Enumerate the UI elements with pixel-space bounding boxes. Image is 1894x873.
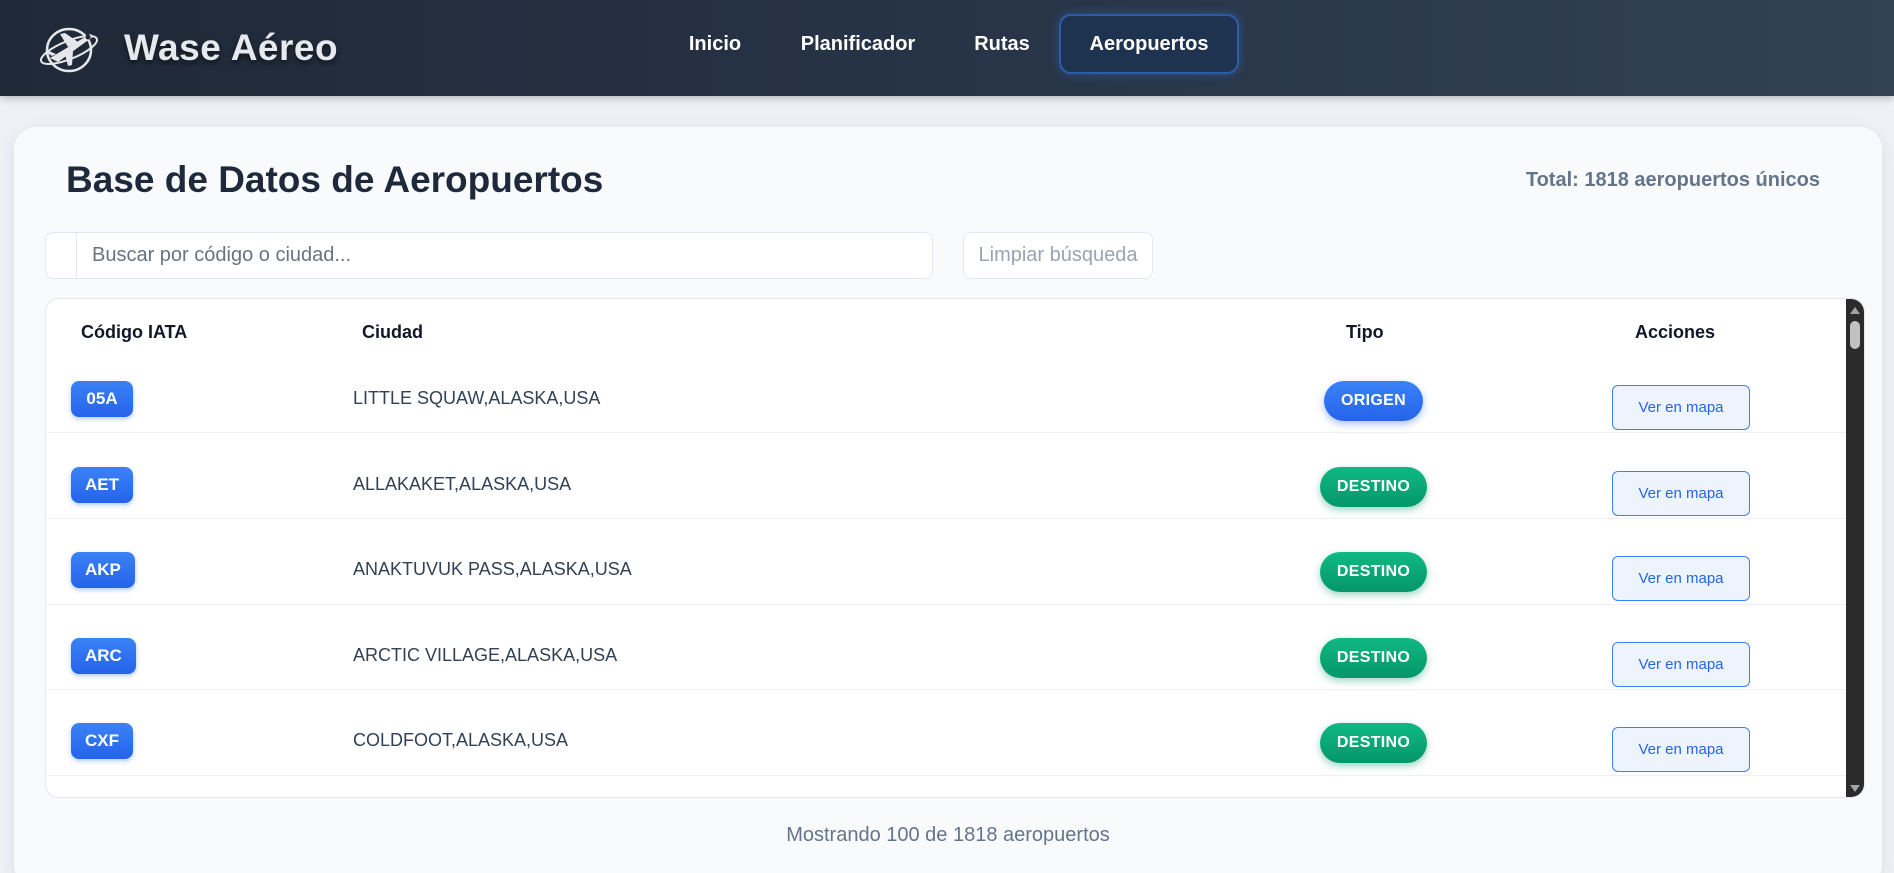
top-navbar: Wase Aéreo Inicio Planificador Rutas Aer… (0, 0, 1894, 96)
header-city: Ciudad (362, 322, 423, 342)
view-on-map-button[interactable]: Ver en mapa (1612, 471, 1750, 516)
iata-code-badge: CXF (71, 723, 133, 759)
scroll-up-arrow-icon[interactable] (1846, 301, 1864, 319)
city-cell: ANAKTUVUK PASS,ALASKA,USA (353, 559, 632, 579)
total-count: Total: 1818 aeropuertos únicos (1525, 169, 1820, 191)
iata-code-badge: AKP (71, 552, 135, 588)
results-count: Mostrando 100 de 1818 aeropuertos (786, 824, 1110, 846)
airports-card: Base de Datos de Aeropuertos Total: 1818… (14, 127, 1882, 873)
iata-code-badge: ARC (71, 638, 136, 674)
view-on-map-button[interactable]: Ver en mapa (1612, 385, 1750, 430)
nav-item-aeropuertos[interactable]: Aeropuertos (1059, 14, 1239, 74)
table-row (46, 690, 1846, 776)
city-cell: ARCTIC VILLAGE,ALASKA,USA (353, 645, 618, 665)
view-on-map-button[interactable]: Ver en mapa (1612, 727, 1750, 772)
header-type: Tipo (1346, 322, 1384, 342)
header-code: Código IATA (81, 322, 188, 342)
airports-table: Código IATA Ciudad Tipo Acciones 05A LIT… (45, 298, 1865, 798)
city-cell: ALLAKAKET,ALASKA,USA (353, 474, 572, 494)
table-row (46, 433, 1846, 519)
clear-search-button[interactable]: Limpiar búsqueda (963, 232, 1153, 279)
table-scrollbar[interactable] (1846, 299, 1864, 797)
search-input[interactable] (77, 233, 932, 278)
scroll-thumb[interactable] (1850, 321, 1860, 349)
city-cell: LITTLE SQUAW,ALASKA,USA (353, 388, 601, 408)
nav-item-rutas[interactable]: Rutas (958, 14, 1046, 74)
header-actions: Acciones (1635, 322, 1716, 342)
iata-code-badge: 05A (71, 381, 133, 417)
nav-item-inicio[interactable]: Inicio (670, 14, 760, 74)
type-badge-destino: DESTINO (1320, 638, 1427, 678)
nav-item-planificador[interactable]: Planificador (790, 14, 926, 74)
table-row (46, 519, 1846, 605)
city-cell: COLDFOOT,ALASKA,USA (353, 730, 569, 750)
view-on-map-button[interactable]: Ver en mapa (1612, 556, 1750, 601)
search-box (45, 232, 933, 279)
type-badge-origen: ORIGEN (1324, 381, 1423, 421)
page-title: Base de Datos de Aeropuertos (66, 159, 604, 200)
type-badge-destino: DESTINO (1320, 467, 1427, 507)
search-addon (46, 233, 77, 278)
iata-code-badge: AET (71, 467, 133, 503)
table-row (46, 347, 1846, 433)
type-badge-destino: DESTINO (1320, 552, 1427, 592)
scroll-down-arrow-icon[interactable] (1846, 779, 1864, 797)
view-on-map-button[interactable]: Ver en mapa (1612, 642, 1750, 687)
main-nav: Inicio Planificador Rutas Aeropuertos (0, 14, 1894, 74)
table-row (46, 604, 1846, 690)
type-badge-destino: DESTINO (1320, 723, 1427, 763)
